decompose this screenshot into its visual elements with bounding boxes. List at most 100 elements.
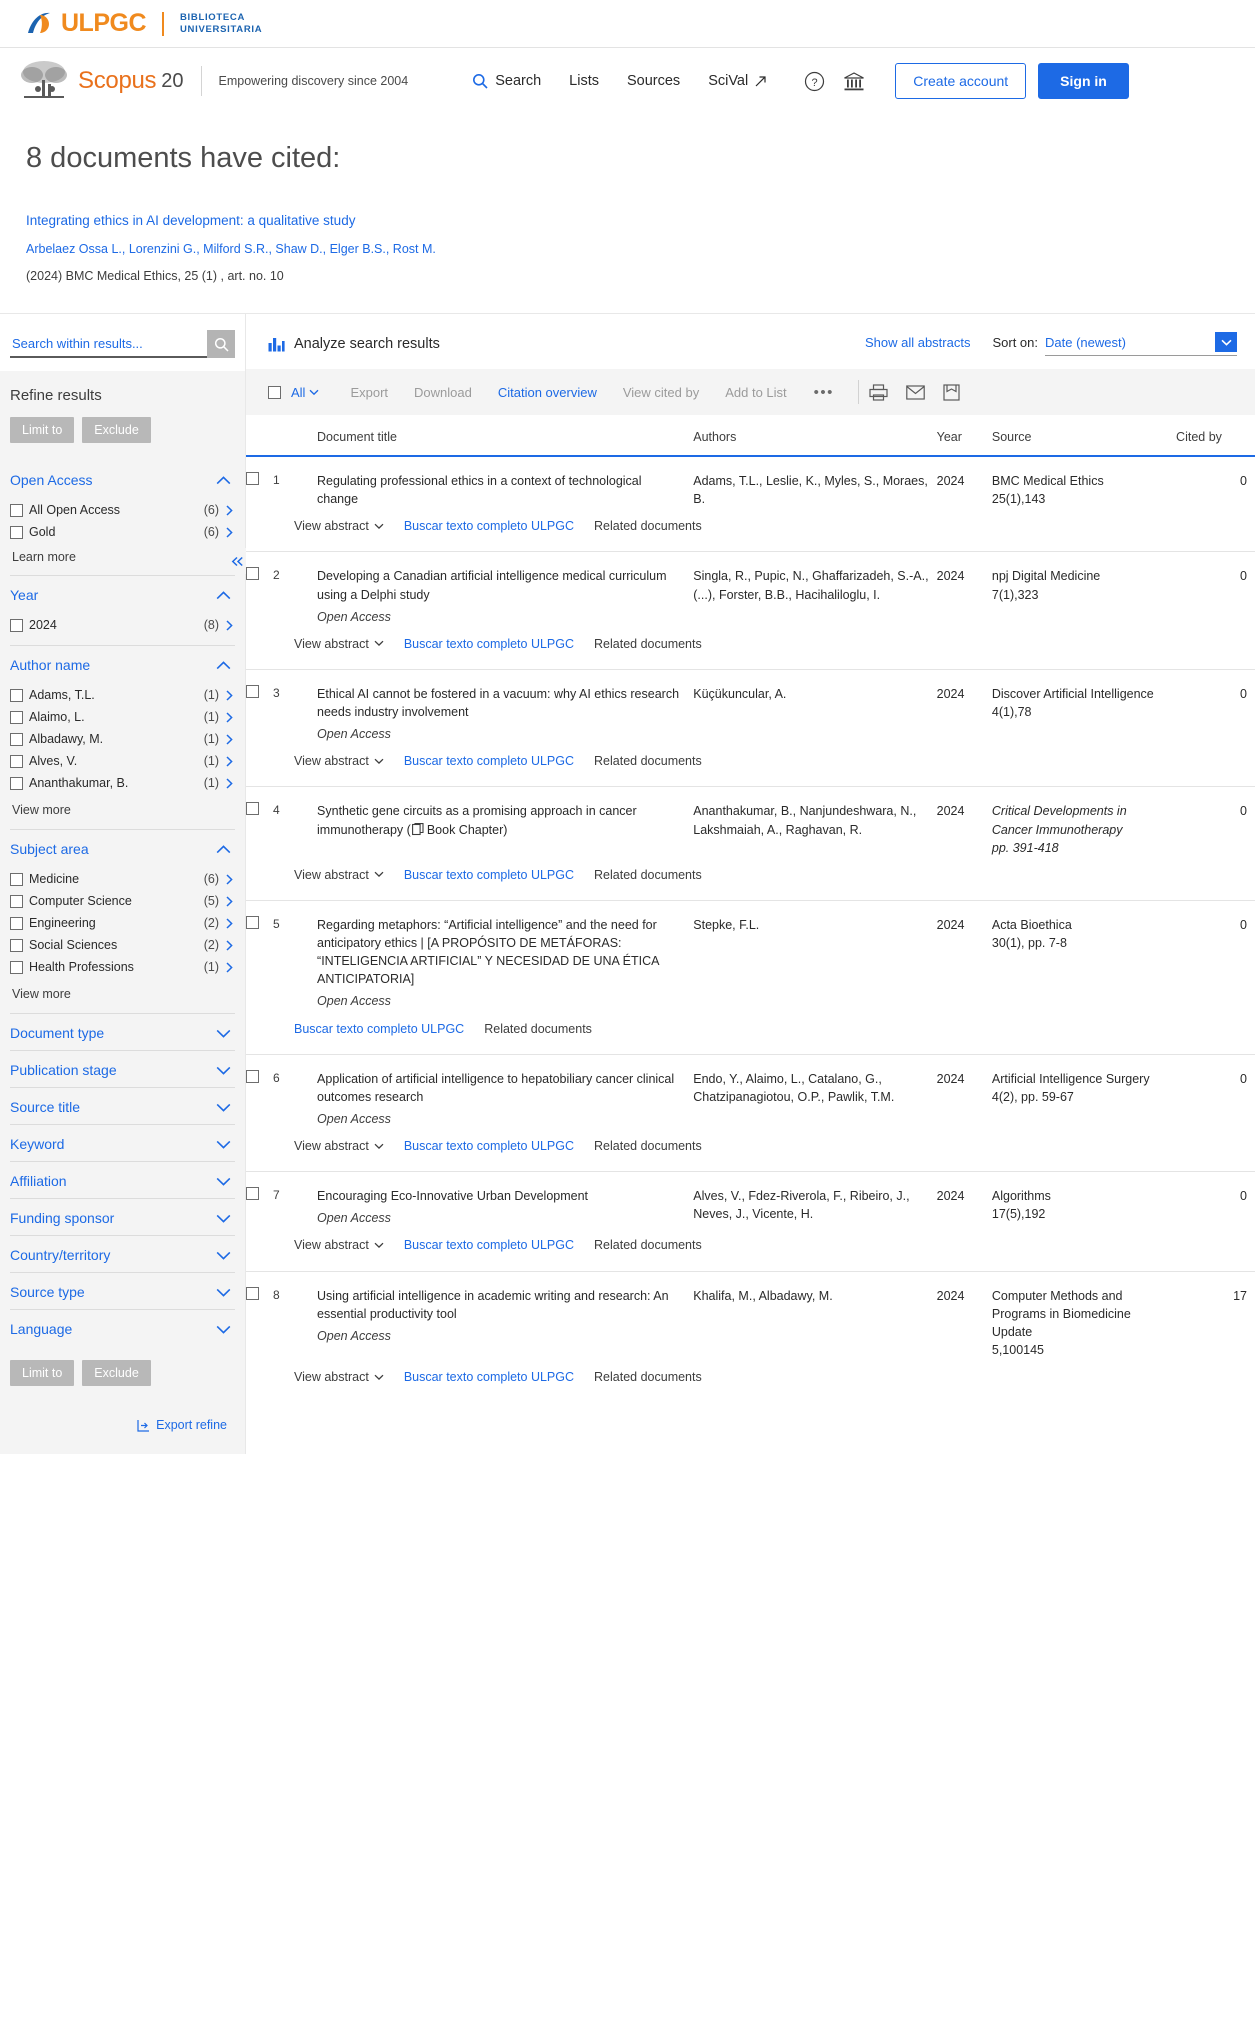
row-checkbox[interactable] — [246, 1286, 259, 1300]
cited-by-cell[interactable]: 0 — [1176, 456, 1255, 508]
institution-button[interactable] — [843, 71, 865, 92]
select-all-checkbox[interactable] — [268, 385, 281, 399]
facet-option[interactable]: Medicine (6) — [10, 868, 235, 890]
facet-checkbox[interactable] — [10, 688, 23, 702]
authors-cell[interactable]: Alves, V., Fdez-Riverola, F., Ribeiro, J… — [693, 1171, 937, 1228]
facet-option[interactable]: Alaimo, L. (1) — [10, 706, 235, 728]
citation-overview-button[interactable]: Citation overview — [485, 385, 610, 400]
ulpgc-logo[interactable]: ULPGC BIBLIOTECA UNIVERSITARIA — [26, 11, 262, 37]
related-documents-link[interactable]: Related documents — [594, 635, 702, 653]
facet-header[interactable]: Author name — [10, 657, 235, 673]
nav-item-scival[interactable]: SciVal — [708, 73, 766, 89]
search-within-submit-button[interactable] — [207, 330, 235, 358]
cited-by-cell[interactable]: 0 — [1176, 786, 1255, 857]
show-all-abstracts-link[interactable]: Show all abstracts — [865, 335, 971, 350]
authors-cell[interactable]: Singla, R., Pupic, N., Ghaffarizadeh, S.… — [693, 551, 937, 626]
create-account-button[interactable]: Create account — [895, 63, 1027, 99]
cited-by-cell[interactable]: 0 — [1176, 899, 1255, 1011]
cited-document-authors[interactable]: Arbelaez Ossa L., Lorenzini G., Milford … — [26, 242, 1229, 256]
exclude-button-bottom[interactable]: Exclude — [82, 1360, 151, 1386]
facet-checkbox[interactable] — [10, 938, 23, 952]
view-abstract-button[interactable]: View abstract — [294, 1368, 384, 1386]
nav-item-sources[interactable]: Sources — [627, 73, 680, 89]
learn-more-link[interactable]: Learn more — [10, 543, 235, 566]
facet-header[interactable]: Subject area — [10, 841, 235, 857]
more-options-button[interactable]: ••• — [800, 384, 848, 401]
document-title-link[interactable]: Regulating professional ethics in a cont… — [317, 474, 642, 506]
view-cited-by-button[interactable]: View cited by — [610, 385, 712, 400]
view-abstract-button[interactable]: View abstract — [294, 1137, 384, 1155]
facet-checkbox[interactable] — [10, 618, 23, 632]
facet-checkbox[interactable] — [10, 732, 23, 746]
facet-checkbox[interactable] — [10, 776, 23, 790]
facet-option[interactable]: Albadawy, M. (1) — [10, 728, 235, 750]
facet-option[interactable]: Alves, V. (1) — [10, 750, 235, 772]
facet-option[interactable]: Gold (6) — [10, 521, 235, 543]
select-all-control[interactable]: All — [268, 385, 319, 400]
document-title-link[interactable]: Regarding metaphors: “Artificial intelli… — [317, 918, 659, 986]
sort-dropdown[interactable]: Date (newest) — [1045, 332, 1237, 356]
export-refine-button[interactable]: Export refine — [10, 1404, 235, 1432]
print-button[interactable] — [869, 383, 888, 401]
facet-option[interactable]: Social Sciences (2) — [10, 934, 235, 956]
facet-header[interactable]: Language — [10, 1321, 235, 1337]
facet-header[interactable]: Funding sponsor — [10, 1210, 235, 1226]
exclude-button-top[interactable]: Exclude — [82, 417, 151, 443]
facet-checkbox[interactable] — [10, 916, 23, 930]
facet-checkbox[interactable] — [10, 872, 23, 886]
view-abstract-button[interactable]: View abstract — [294, 866, 384, 884]
full-text-link[interactable]: Buscar texto completo ULPGC — [404, 1236, 574, 1254]
authors-cell[interactable]: Stepke, F.L. — [693, 899, 937, 1011]
facet-checkbox[interactable] — [10, 754, 23, 768]
limit-to-button-bottom[interactable]: Limit to — [10, 1360, 75, 1386]
facet-header[interactable]: Source title — [10, 1099, 235, 1115]
facet-header[interactable]: Keyword — [10, 1136, 235, 1152]
document-title-link[interactable]: Ethical AI cannot be fostered in a vacuu… — [317, 687, 679, 719]
cited-by-cell[interactable]: 0 — [1176, 668, 1255, 744]
facet-option[interactable]: Ananthakumar, B. (1) — [10, 772, 235, 794]
row-checkbox[interactable] — [246, 1069, 259, 1083]
authors-cell[interactable]: Küçükuncular, A. — [693, 668, 937, 744]
authors-cell[interactable]: Ananthakumar, B., Nanjundeshwara, N., La… — [693, 786, 937, 857]
document-title-link[interactable]: Synthetic gene circuits as a promising a… — [317, 804, 637, 836]
facet-option[interactable]: Engineering (2) — [10, 912, 235, 934]
view-abstract-button[interactable]: View abstract — [294, 635, 384, 653]
authors-cell[interactable]: Khalifa, M., Albadawy, M. — [693, 1270, 937, 1359]
row-checkbox[interactable] — [246, 684, 259, 698]
related-documents-link[interactable]: Related documents — [594, 1236, 702, 1254]
row-checkbox[interactable] — [246, 472, 259, 485]
facet-option[interactable]: 2024 (8) — [10, 614, 235, 636]
full-text-link[interactable]: Buscar texto completo ULPGC — [294, 1020, 464, 1038]
row-checkbox[interactable] — [246, 567, 259, 581]
view-abstract-button[interactable]: View abstract — [294, 752, 384, 770]
full-text-link[interactable]: Buscar texto completo ULPGC — [404, 635, 574, 653]
full-text-link[interactable]: Buscar texto completo ULPGC — [404, 517, 574, 535]
authors-cell[interactable]: Adams, T.L., Leslie, K., Myles, S., Mora… — [693, 456, 936, 508]
cited-by-cell[interactable]: 0 — [1176, 1171, 1255, 1228]
analyze-search-results-button[interactable]: Analyze search results — [268, 336, 440, 352]
facet-checkbox[interactable] — [10, 525, 23, 539]
cited-by-cell[interactable]: 17 — [1176, 1270, 1255, 1359]
facet-header[interactable]: Affiliation — [10, 1173, 235, 1189]
facet-header[interactable]: Year — [10, 587, 235, 603]
facet-header[interactable]: Source type — [10, 1284, 235, 1300]
facet-option[interactable]: Health Professions (1) — [10, 956, 235, 978]
full-text-link[interactable]: Buscar texto completo ULPGC — [404, 1368, 574, 1386]
facet-header[interactable]: Document type — [10, 1025, 235, 1041]
export-button[interactable]: Export — [337, 385, 401, 400]
view-more-link[interactable]: View more — [10, 794, 235, 820]
full-text-link[interactable]: Buscar texto completo ULPGC — [404, 1137, 574, 1155]
view-more-link[interactable]: View more — [10, 978, 235, 1004]
nav-item-lists[interactable]: Lists — [569, 73, 599, 89]
scopus-wordmark[interactable]: Scopus — [78, 67, 157, 95]
related-documents-link[interactable]: Related documents — [594, 517, 702, 535]
row-checkbox[interactable] — [246, 802, 259, 816]
related-documents-link[interactable]: Related documents — [594, 866, 702, 884]
nav-item-search[interactable]: Search — [472, 73, 541, 89]
sign-in-button[interactable]: Sign in — [1038, 63, 1129, 99]
document-title-link[interactable]: Application of artificial intelligence t… — [317, 1072, 674, 1104]
help-button[interactable]: ? — [804, 71, 825, 92]
row-checkbox[interactable] — [246, 1187, 259, 1201]
document-title-link[interactable]: Using artificial intelligence in academi… — [317, 1289, 669, 1321]
facet-checkbox[interactable] — [10, 710, 23, 724]
